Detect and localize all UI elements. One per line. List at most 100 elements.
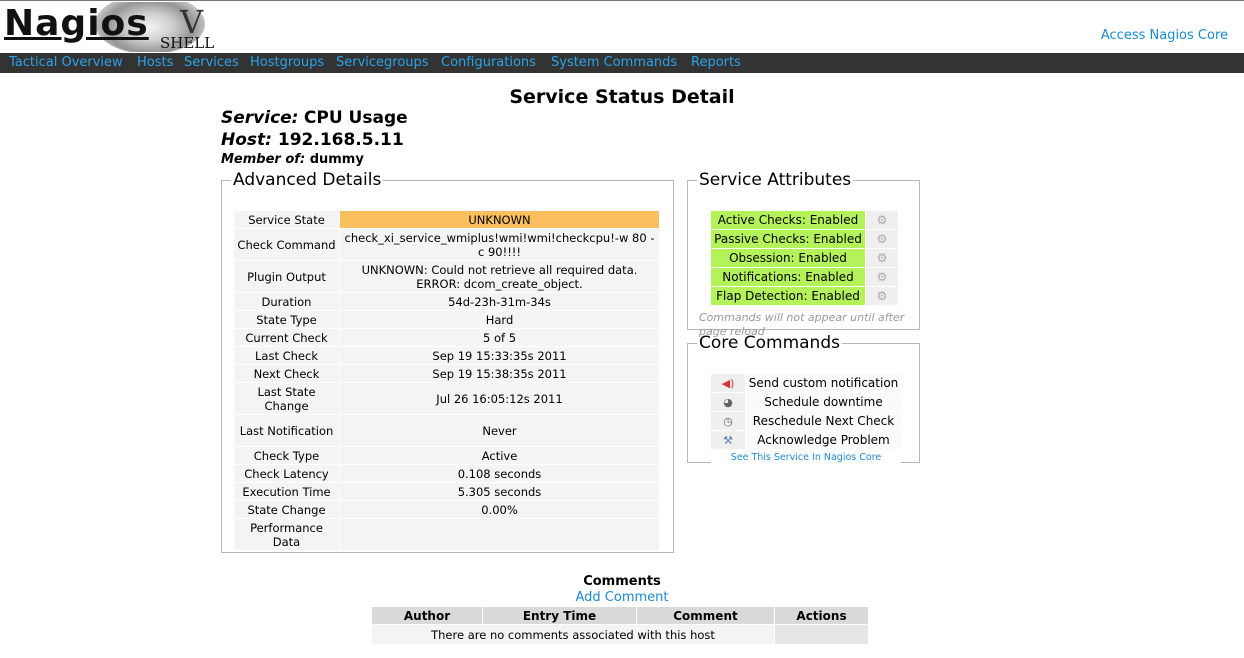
- page-title: Service Status Detail: [509, 86, 735, 108]
- gear-icon[interactable]: ⚙: [866, 249, 898, 267]
- advanced-details-panel: Advanced Details Service State UNKNOWN Ch…: [221, 170, 674, 553]
- last-notification-value: Never: [340, 415, 659, 446]
- check-type-value: Active: [340, 447, 659, 464]
- service-attributes-panel: Service Attributes Active Checks: Enable…: [687, 170, 920, 338]
- add-comment-wrapper: Add Comment: [0, 590, 1244, 605]
- table-row: ◷ Reschedule Next Check: [711, 412, 901, 430]
- service-name: CPU Usage: [303, 108, 408, 128]
- no-comments-message: There are no comments associated with th…: [372, 625, 774, 644]
- table-row: Current Check 5 of 5: [234, 329, 659, 346]
- service-state-badge: UNKNOWN: [340, 211, 659, 228]
- nagios-logo[interactable]: Nagios V SHELL: [0, 2, 222, 52]
- table-row: Flap Detection: Enabled ⚙: [711, 287, 898, 305]
- plugin-output-value: UNKNOWN: Could not retrieve all required…: [340, 261, 659, 292]
- member-label: Member of:: [221, 152, 306, 167]
- table-row: State Change 0.00%: [234, 501, 659, 518]
- table-row: Check Latency 0.108 seconds: [234, 465, 659, 482]
- nav-system-commands[interactable]: System Commands: [551, 55, 677, 70]
- navbar: Tactical Overview Hosts Services Hostgro…: [0, 53, 1244, 73]
- table-row: There are no comments associated with th…: [372, 625, 868, 644]
- attr-notifications: Notifications: Enabled: [711, 268, 865, 286]
- see-service-in-nagios-core-link[interactable]: See This Service In Nagios Core: [731, 452, 882, 463]
- host-line: Host: 192.168.5.11: [221, 130, 404, 150]
- core-commands-legend: Core Commands: [699, 333, 840, 353]
- table-row: Service State UNKNOWN: [234, 211, 659, 228]
- nav-servicegroups[interactable]: Servicegroups: [336, 55, 429, 70]
- col-actions: Actions: [775, 607, 868, 624]
- core-commands-panel: Core Commands ◀) Send custom notification…: [687, 333, 920, 465]
- table-row: Obsession: Enabled ⚙: [711, 249, 898, 267]
- reschedule-next-check-button[interactable]: Reschedule Next Check: [746, 412, 901, 430]
- actions-cell: [775, 625, 868, 644]
- row-label: Last Notification: [234, 415, 339, 446]
- service-line: Service: CPU Usage: [221, 108, 408, 128]
- core-link-cell: See This Service In Nagios Core: [711, 450, 901, 464]
- table-row: Duration 54d-23h-31m-34s: [234, 293, 659, 310]
- row-label: Next Check: [234, 365, 339, 382]
- table-row: Execution Time 5.305 seconds: [234, 483, 659, 500]
- downtime-icon: ◕: [711, 393, 745, 411]
- table-row: Last Check Sep 19 15:33:35s 2011: [234, 347, 659, 364]
- row-label: Duration: [234, 293, 339, 310]
- current-check-value: 5 of 5: [340, 329, 659, 346]
- col-comment: Comment: [637, 607, 774, 624]
- clock-icon: ◷: [711, 412, 745, 430]
- duration-value: 54d-23h-31m-34s: [340, 293, 659, 310]
- nav-configurations[interactable]: Configurations: [441, 55, 536, 70]
- table-row: ◀) Send custom notification: [711, 374, 901, 392]
- nav-reports[interactable]: Reports: [691, 55, 741, 70]
- acknowledge-problem-button[interactable]: Acknowledge Problem: [746, 431, 901, 449]
- gear-icon[interactable]: ⚙: [866, 211, 898, 229]
- execution-time-value: 5.305 seconds: [340, 483, 659, 500]
- gear-icon[interactable]: ⚙: [866, 268, 898, 286]
- service-attributes-table: Active Checks: Enabled ⚙ Passive Checks: …: [710, 210, 899, 306]
- row-label: Last Check: [234, 347, 339, 364]
- col-entry-time: Entry Time: [483, 607, 636, 624]
- attr-active-checks: Active Checks: Enabled: [711, 211, 865, 229]
- col-author: Author: [372, 607, 482, 624]
- row-label: Execution Time: [234, 483, 339, 500]
- table-row: Check Command check_xi_service_wmiplus!wm…: [234, 229, 659, 260]
- logo-shell: SHELL: [160, 34, 215, 52]
- gear-icon[interactable]: ⚙: [866, 230, 898, 248]
- table-row: Notifications: Enabled ⚙: [711, 268, 898, 286]
- check-latency-value: 0.108 seconds: [340, 465, 659, 482]
- row-label: Plugin Output: [234, 261, 339, 292]
- table-row: Last Notification Never: [234, 415, 659, 446]
- table-row: Last State Change Jul 26 16:05:12s 2011: [234, 383, 659, 414]
- send-custom-notification-button[interactable]: Send custom notification: [746, 374, 901, 392]
- performance-data-value: [340, 519, 659, 550]
- host-name: 192.168.5.11: [277, 130, 404, 150]
- service-label: Service:: [221, 108, 299, 128]
- last-check-value: Sep 19 15:33:35s 2011: [340, 347, 659, 364]
- nav-hosts[interactable]: Hosts: [137, 55, 173, 70]
- check-command-value: check_xi_service_wmiplus!wmi!wmi!checkcp…: [340, 229, 659, 260]
- nav-hostgroups[interactable]: Hostgroups: [250, 55, 324, 70]
- logo-word-text: Nagios: [4, 3, 149, 44]
- row-label: Check Latency: [234, 465, 339, 482]
- advanced-details-legend: Advanced Details: [233, 170, 382, 190]
- gear-icon[interactable]: ⚙: [866, 287, 898, 305]
- row-label: State Change: [234, 501, 339, 518]
- table-row: Active Checks: Enabled ⚙: [711, 211, 898, 229]
- member-line: Member of: dummy: [221, 152, 364, 167]
- table-row: Next Check Sep 19 15:38:35s 2011: [234, 365, 659, 382]
- comments-title: Comments: [583, 574, 661, 589]
- nav-services[interactable]: Services: [184, 55, 239, 70]
- attr-flap-detection: Flap Detection: Enabled: [711, 287, 865, 305]
- table-row: Plugin Output UNKNOWN: Could not retrieve…: [234, 261, 659, 292]
- service-attributes-legend: Service Attributes: [699, 170, 852, 190]
- add-comment-link[interactable]: Add Comment: [576, 590, 669, 605]
- logo-wordmark: Nagios: [4, 4, 149, 44]
- table-row: State Type Hard: [234, 311, 659, 328]
- schedule-downtime-button[interactable]: Schedule downtime: [746, 393, 901, 411]
- access-nagios-core-link[interactable]: Access Nagios Core: [1101, 28, 1228, 43]
- core-commands-table: ◀) Send custom notification ◕ Schedule dow…: [710, 373, 902, 465]
- host-label: Host:: [221, 130, 272, 150]
- table-row: See This Service In Nagios Core: [711, 450, 901, 464]
- nav-tactical-overview[interactable]: Tactical Overview: [9, 55, 123, 70]
- row-label: Check Command: [234, 229, 339, 260]
- attr-obsession: Obsession: Enabled: [711, 249, 865, 267]
- row-label: Performance Data: [234, 519, 339, 550]
- table-header-row: Author Entry Time Comment Actions: [372, 607, 868, 624]
